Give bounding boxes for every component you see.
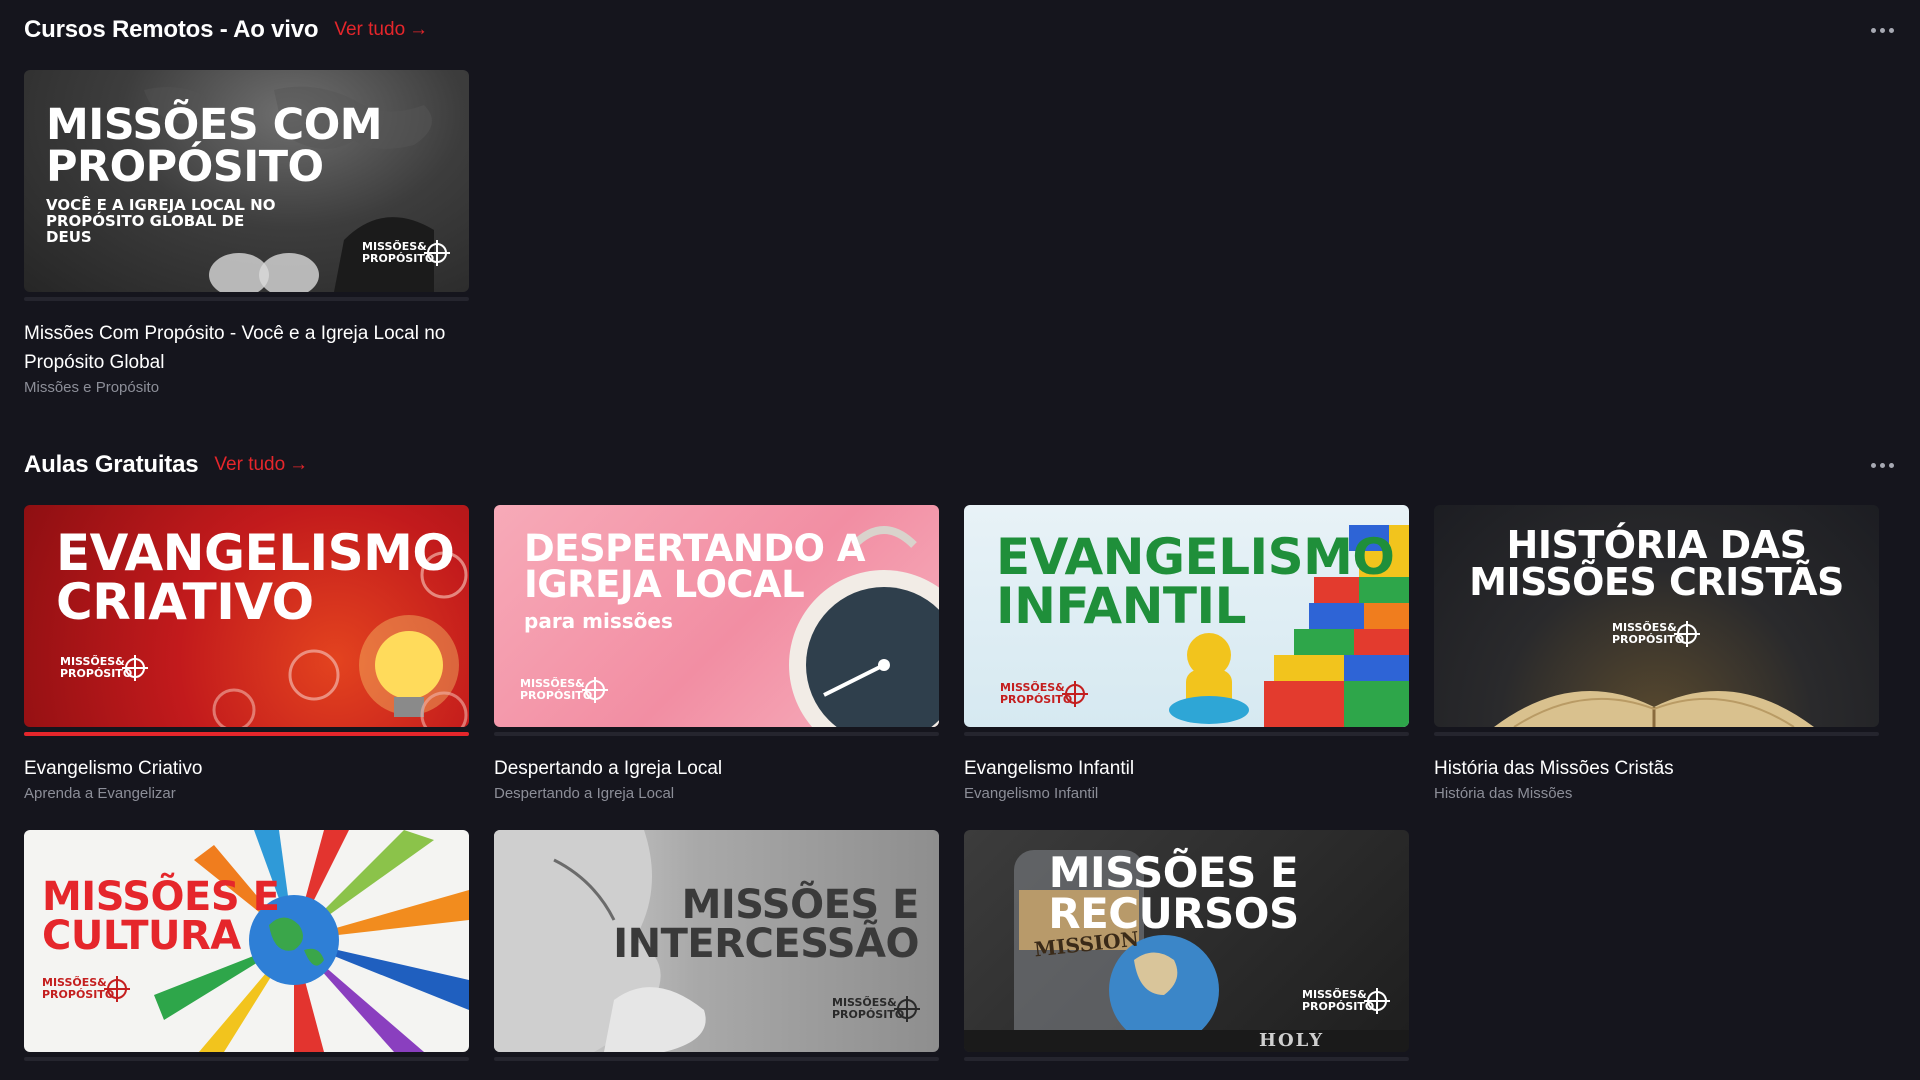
- progress-bar: [24, 732, 469, 736]
- course-thumbnail[interactable]: MISSION MISSÕES E RECURSOS MISSÕES& PROP…: [964, 830, 1409, 1052]
- thumb-heading: EVANGELISMO INFANTIL: [996, 528, 1395, 635]
- course-card[interactable]: HISTÓRIA DAS MISSÕES CRISTÃS MISSÕES& PR…: [1434, 505, 1879, 802]
- course-card[interactable]: EVANGELISMO CRIATIVO MISSÕES& PROPÓSITO …: [24, 505, 469, 802]
- course-thumbnail[interactable]: EVANGELISMO CRIATIVO MISSÕES& PROPÓSITO: [24, 505, 469, 727]
- thumb-subheading: VOCÊ E A IGREJA LOCAL NO PROPÓSITO GLOBA…: [46, 196, 276, 246]
- course-card[interactable]: DESPERTANDO A IGREJA LOCAL para missões …: [494, 505, 939, 802]
- arrow-right-icon: →: [409, 19, 429, 40]
- course-subtitle: Missões e Propósito: [24, 379, 160, 396]
- section-header-free-classes: Aulas Gratuitas Ver tudo →: [24, 445, 1896, 485]
- course-thumbnail[interactable]: MISSÕES E CULTURA MISSÕES& PROPÓSITO: [24, 830, 469, 1052]
- more-options-button[interactable]: [1869, 20, 1896, 41]
- thumb-heading: DESPERTANDO A IGREJA LOCAL: [524, 527, 866, 607]
- section-header-remote-courses: Cursos Remotos - Ao vivo Ver tudo →: [24, 10, 1896, 50]
- crosshair-globe-icon: [104, 976, 130, 1002]
- course-thumbnail[interactable]: DESPERTANDO A IGREJA LOCAL para missões …: [494, 505, 939, 727]
- course-thumbnail[interactable]: EVANGELISMO INFANTIL MISSÕES& PROPÓSITO: [964, 505, 1409, 727]
- dot-icon: [1880, 27, 1885, 33]
- brand-logo: MISSÕES& PROPÓSITO: [362, 240, 450, 266]
- section-title: Aulas Gratuitas: [24, 451, 199, 478]
- see-all-link[interactable]: Ver tudo →: [334, 19, 428, 41]
- crosshair-globe-icon: [1364, 988, 1390, 1014]
- logo-text: MISSÕES& PROPÓSITO: [1302, 988, 1375, 1013]
- thumb-heading: EVANGELISMO CRIATIVO: [56, 524, 455, 631]
- progress-bar: [494, 732, 939, 736]
- course-title[interactable]: Evangelismo Infantil: [964, 754, 1409, 783]
- crosshair-globe-icon: [1674, 621, 1700, 647]
- course-subtitle: Aprenda a Evangelizar: [24, 785, 176, 802]
- dot-icon: [1889, 27, 1894, 33]
- course-card[interactable]: EVANGELISMO INFANTIL MISSÕES& PROPÓSITO …: [964, 505, 1409, 802]
- course-subtitle: Evangelismo Infantil: [964, 785, 1099, 802]
- dot-icon: [1889, 462, 1894, 468]
- progress-bar: [494, 1057, 939, 1061]
- see-all-label: Ver tudo: [334, 19, 406, 40]
- brand-logo: MISSÕES& PROPÓSITO: [42, 976, 130, 1002]
- course-card[interactable]: MISSÕES COM PROPÓSITO VOCÊ E A IGREJA LO…: [24, 70, 469, 396]
- crosshair-globe-icon: [122, 655, 148, 681]
- brand-logo: MISSÕES& PROPÓSITO: [1302, 988, 1390, 1014]
- logo-text: MISSÕES& PROPÓSITO: [362, 240, 435, 265]
- see-all-link[interactable]: Ver tudo →: [214, 454, 308, 476]
- progress-fill: [24, 732, 469, 736]
- crosshair-globe-icon: [894, 996, 920, 1022]
- logo-text: MISSÕES& PROPÓSITO: [1000, 681, 1073, 706]
- book-cover-text: HOLY: [1259, 1030, 1325, 1051]
- logo-text: MISSÕES& PROPÓSITO: [60, 655, 133, 680]
- crosshair-globe-icon: [1062, 681, 1088, 707]
- course-subtitle: Despertando a Igreja Local: [494, 785, 675, 802]
- thumb-heading: MISSÕES E INTERCESSÃO: [613, 882, 919, 968]
- dot-icon: [1880, 462, 1885, 468]
- brand-logo: MISSÕES& PROPÓSITO: [1000, 681, 1088, 707]
- course-card[interactable]: MISSION MISSÕES E RECURSOS MISSÕES& PROP…: [964, 830, 1409, 1061]
- dot-icon: [1871, 27, 1876, 33]
- logo-text: MISSÕES& PROPÓSITO: [42, 976, 115, 1001]
- progress-bar: [1434, 732, 1879, 736]
- course-thumbnail[interactable]: MISSÕES COM PROPÓSITO VOCÊ E A IGREJA LO…: [24, 70, 469, 292]
- logo-text: MISSÕES& PROPÓSITO: [832, 996, 905, 1021]
- course-card[interactable]: MISSÕES E CULTURA MISSÕES& PROPÓSITO: [24, 830, 469, 1061]
- course-title[interactable]: Despertando a Igreja Local: [494, 754, 939, 783]
- brand-logo: MISSÕES& PROPÓSITO: [1612, 621, 1700, 647]
- course-title[interactable]: História das Missões Cristãs: [1434, 754, 1879, 783]
- crosshair-globe-icon: [424, 240, 450, 266]
- thumb-heading: MISSÕES E RECURSOS: [1048, 848, 1299, 939]
- brand-logo: MISSÕES& PROPÓSITO: [60, 655, 148, 681]
- courses-page: Cursos Remotos - Ao vivo Ver tudo → MISS…: [0, 0, 1920, 1080]
- crosshair-globe-icon: [582, 677, 608, 703]
- course-title[interactable]: Evangelismo Criativo: [24, 754, 469, 783]
- section-title: Cursos Remotos - Ao vivo: [24, 16, 319, 43]
- thumb-heading: HISTÓRIA DAS MISSÕES CRISTÃS: [1469, 523, 1844, 605]
- brand-logo: MISSÕES& PROPÓSITO: [832, 996, 920, 1022]
- progress-bar: [964, 1057, 1409, 1061]
- progress-bar: [24, 297, 469, 301]
- more-options-button[interactable]: [1869, 455, 1896, 476]
- progress-bar: [964, 732, 1409, 736]
- thumb-heading: MISSÕES E CULTURA: [42, 874, 280, 960]
- course-card[interactable]: MISSÕES E INTERCESSÃO MISSÕES& PROPÓSITO: [494, 830, 939, 1061]
- course-thumbnail[interactable]: MISSÕES E INTERCESSÃO MISSÕES& PROPÓSITO: [494, 830, 939, 1052]
- arrow-right-icon: →: [289, 454, 309, 475]
- dot-icon: [1871, 462, 1876, 468]
- thumb-heading: MISSÕES COM PROPÓSITO: [46, 100, 383, 193]
- progress-bar: [24, 1057, 469, 1061]
- logo-text: MISSÕES& PROPÓSITO: [520, 677, 593, 702]
- course-subtitle: História das Missões: [1434, 785, 1573, 802]
- logo-text: MISSÕES& PROPÓSITO: [1612, 621, 1685, 646]
- brand-logo: MISSÕES& PROPÓSITO: [520, 677, 608, 703]
- course-thumbnail[interactable]: HISTÓRIA DAS MISSÕES CRISTÃS MISSÕES& PR…: [1434, 505, 1879, 727]
- see-all-label: Ver tudo: [214, 454, 286, 475]
- course-title[interactable]: Missões Com Propósito - Você e a Igreja …: [24, 319, 469, 377]
- thumb-subheading: para missões: [524, 609, 673, 633]
